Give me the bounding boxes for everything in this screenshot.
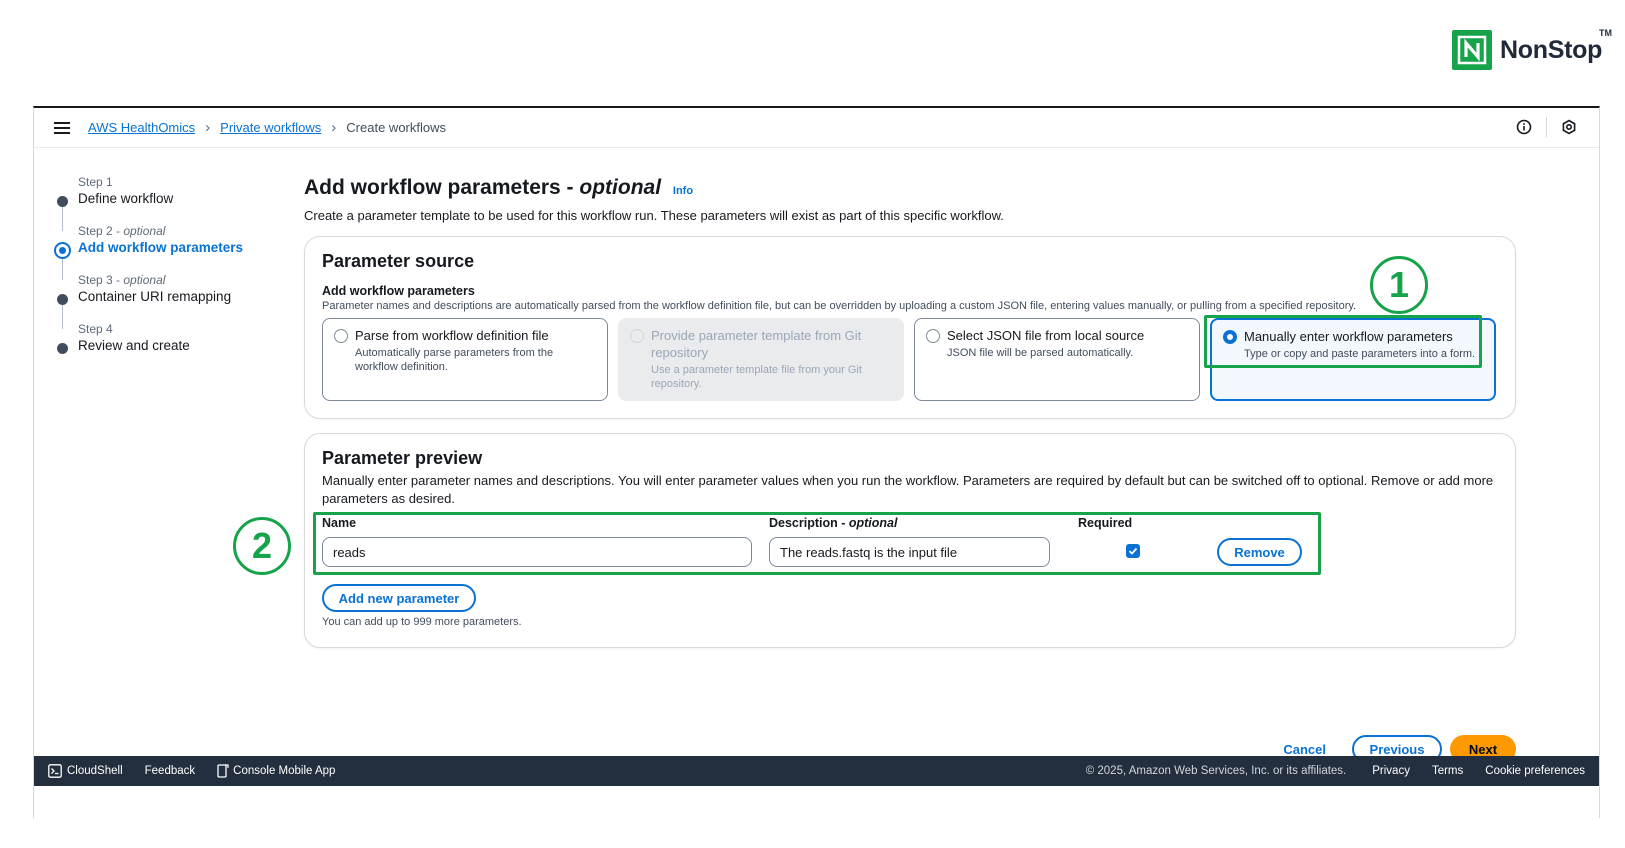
console-footer: CloudShell Feedback Console Mobile App ©… (34, 756, 1599, 786)
step-todo-icon (57, 294, 68, 305)
wizard-steps: Step 1 Define workflow Step 2 - optional… (54, 174, 294, 370)
nonstop-logo-icon (1452, 30, 1492, 70)
step-number: Step 1 (78, 175, 113, 189)
parameter-limit-hint: You can add up to 999 more parameters. (322, 616, 522, 628)
nonstop-logo: NonStop TM (1452, 28, 1612, 70)
step-title: Review and create (78, 338, 190, 353)
radio-button[interactable] (334, 329, 348, 343)
option-json-local[interactable]: Select JSON file from local source JSON … (914, 318, 1200, 401)
main-content: Add workflow parameters - optional Info … (233, 174, 1516, 763)
settings-icon[interactable] (1559, 117, 1579, 137)
mobile-app-label: Console Mobile App (233, 765, 336, 777)
breadcrumb-current: Create workflows (346, 120, 446, 135)
option-description: Use a parameter template file from your … (651, 364, 862, 390)
option-manual-entry[interactable]: Manually enter workflow parameters Type … (1210, 318, 1496, 401)
parameter-preview-heading: Parameter preview (322, 448, 483, 468)
mobile-icon (217, 764, 229, 778)
option-description: Type or copy and paste parameters into a… (1244, 348, 1476, 360)
cancel-button[interactable]: Cancel (1269, 742, 1340, 757)
mobile-app-link[interactable]: Console Mobile App (217, 764, 335, 778)
page-title: Add workflow parameters - optional Info (304, 174, 1516, 205)
privacy-link[interactable]: Privacy (1372, 765, 1410, 777)
info-icon[interactable] (1514, 117, 1534, 137)
annotation-number-1: 1 (1370, 256, 1428, 314)
step-3[interactable]: Step 3 - optional Container URI remappin… (54, 272, 294, 306)
option-parse-definition[interactable]: Parse from workflow definition file Auto… (322, 318, 608, 401)
breadcrumb: AWS HealthOmics › Private workflows › Cr… (88, 119, 446, 136)
terms-link[interactable]: Terms (1432, 765, 1463, 777)
step-number: Step 2 (78, 224, 113, 238)
breadcrumb-bar: AWS HealthOmics › Private workflows › Cr… (34, 108, 1599, 148)
parameter-name-input[interactable]: reads (322, 537, 752, 567)
required-checkbox[interactable] (1126, 544, 1140, 558)
breadcrumb-healthomics[interactable]: AWS HealthOmics (88, 120, 195, 135)
step-active-icon (54, 242, 71, 259)
console-window: AWS HealthOmics › Private workflows › Cr… (33, 106, 1600, 818)
cloudshell-label: CloudShell (67, 765, 123, 777)
step-title: Define workflow (78, 191, 174, 206)
parameter-source-heading: Parameter source (322, 251, 475, 271)
parameter-description-input[interactable]: The reads.fastq is the input file (769, 537, 1050, 567)
parameter-source-options: Parse from workflow definition file Auto… (322, 318, 1506, 401)
radio-button-selected[interactable] (1223, 330, 1237, 344)
option-title: Manually enter workflow parameters (1244, 329, 1453, 344)
divider (1546, 117, 1547, 137)
page-title-optional: optional (579, 176, 662, 199)
step-title: Add workflow parameters (78, 240, 244, 255)
step-number: Step 3 (78, 273, 113, 287)
step-title: Container URI remapping (78, 289, 232, 304)
cloudshell-icon (48, 764, 62, 778)
add-parameters-description: Parameter names and descriptions are aut… (322, 300, 1357, 312)
option-description: JSON file will be parsed automatically. (947, 347, 1134, 359)
step-todo-icon (57, 343, 68, 354)
column-description: Description - optional (769, 516, 898, 530)
radio-button (630, 329, 644, 343)
step-done-icon (57, 196, 68, 207)
add-new-parameter-button[interactable]: Add new parameter (322, 584, 476, 612)
brand-name: NonStop (1500, 35, 1603, 64)
brand-trademark: TM (1599, 28, 1613, 38)
parameter-source-card: Parameter source Add workflow parameters… (304, 236, 1516, 419)
page-title-text: Add workflow parameters - (304, 176, 580, 199)
annotation-number-2: 2 (233, 517, 291, 575)
chevron-right-icon: › (205, 119, 211, 136)
option-title: Select JSON file from local source (947, 328, 1145, 343)
step-2[interactable]: Step 2 - optional Add workflow parameter… (54, 223, 294, 259)
feedback-link[interactable]: Feedback (145, 765, 196, 777)
remove-button[interactable]: Remove (1217, 538, 1302, 566)
step-optional: optional (123, 273, 166, 287)
step-1[interactable]: Step 1 Define workflow (54, 174, 294, 208)
breadcrumb-private-workflows[interactable]: Private workflows (220, 120, 321, 135)
option-title: Provide parameter template from Git repo… (651, 328, 862, 360)
step-optional: optional (123, 224, 166, 238)
radio-button[interactable] (926, 329, 940, 343)
chevron-right-icon: › (331, 119, 337, 136)
parameter-preview-card: Parameter preview Manually enter paramet… (304, 433, 1516, 648)
cookie-preferences-link[interactable]: Cookie preferences (1485, 765, 1585, 777)
column-name: Name (322, 516, 357, 530)
option-description: Automatically parse parameters from the … (355, 347, 554, 373)
cloudshell-link[interactable]: CloudShell (48, 764, 123, 778)
option-git-template: Provide parameter template from Git repo… (618, 318, 904, 401)
option-title: Parse from workflow definition file (355, 328, 549, 343)
copyright: © 2025, Amazon Web Services, Inc. or its… (1085, 765, 1347, 777)
page-description: Create a parameter template to be used f… (304, 208, 1004, 223)
step-number: Step 4 (78, 322, 113, 336)
menu-icon[interactable] (54, 121, 70, 134)
check-icon (1128, 547, 1138, 555)
info-link[interactable]: Info (673, 185, 693, 197)
parameter-preview-description: Manually enter parameter names and descr… (322, 473, 1494, 506)
add-parameters-label: Add workflow parameters (322, 284, 475, 298)
step-4[interactable]: Step 4 Review and create (54, 321, 294, 355)
column-required: Required (1078, 516, 1133, 530)
